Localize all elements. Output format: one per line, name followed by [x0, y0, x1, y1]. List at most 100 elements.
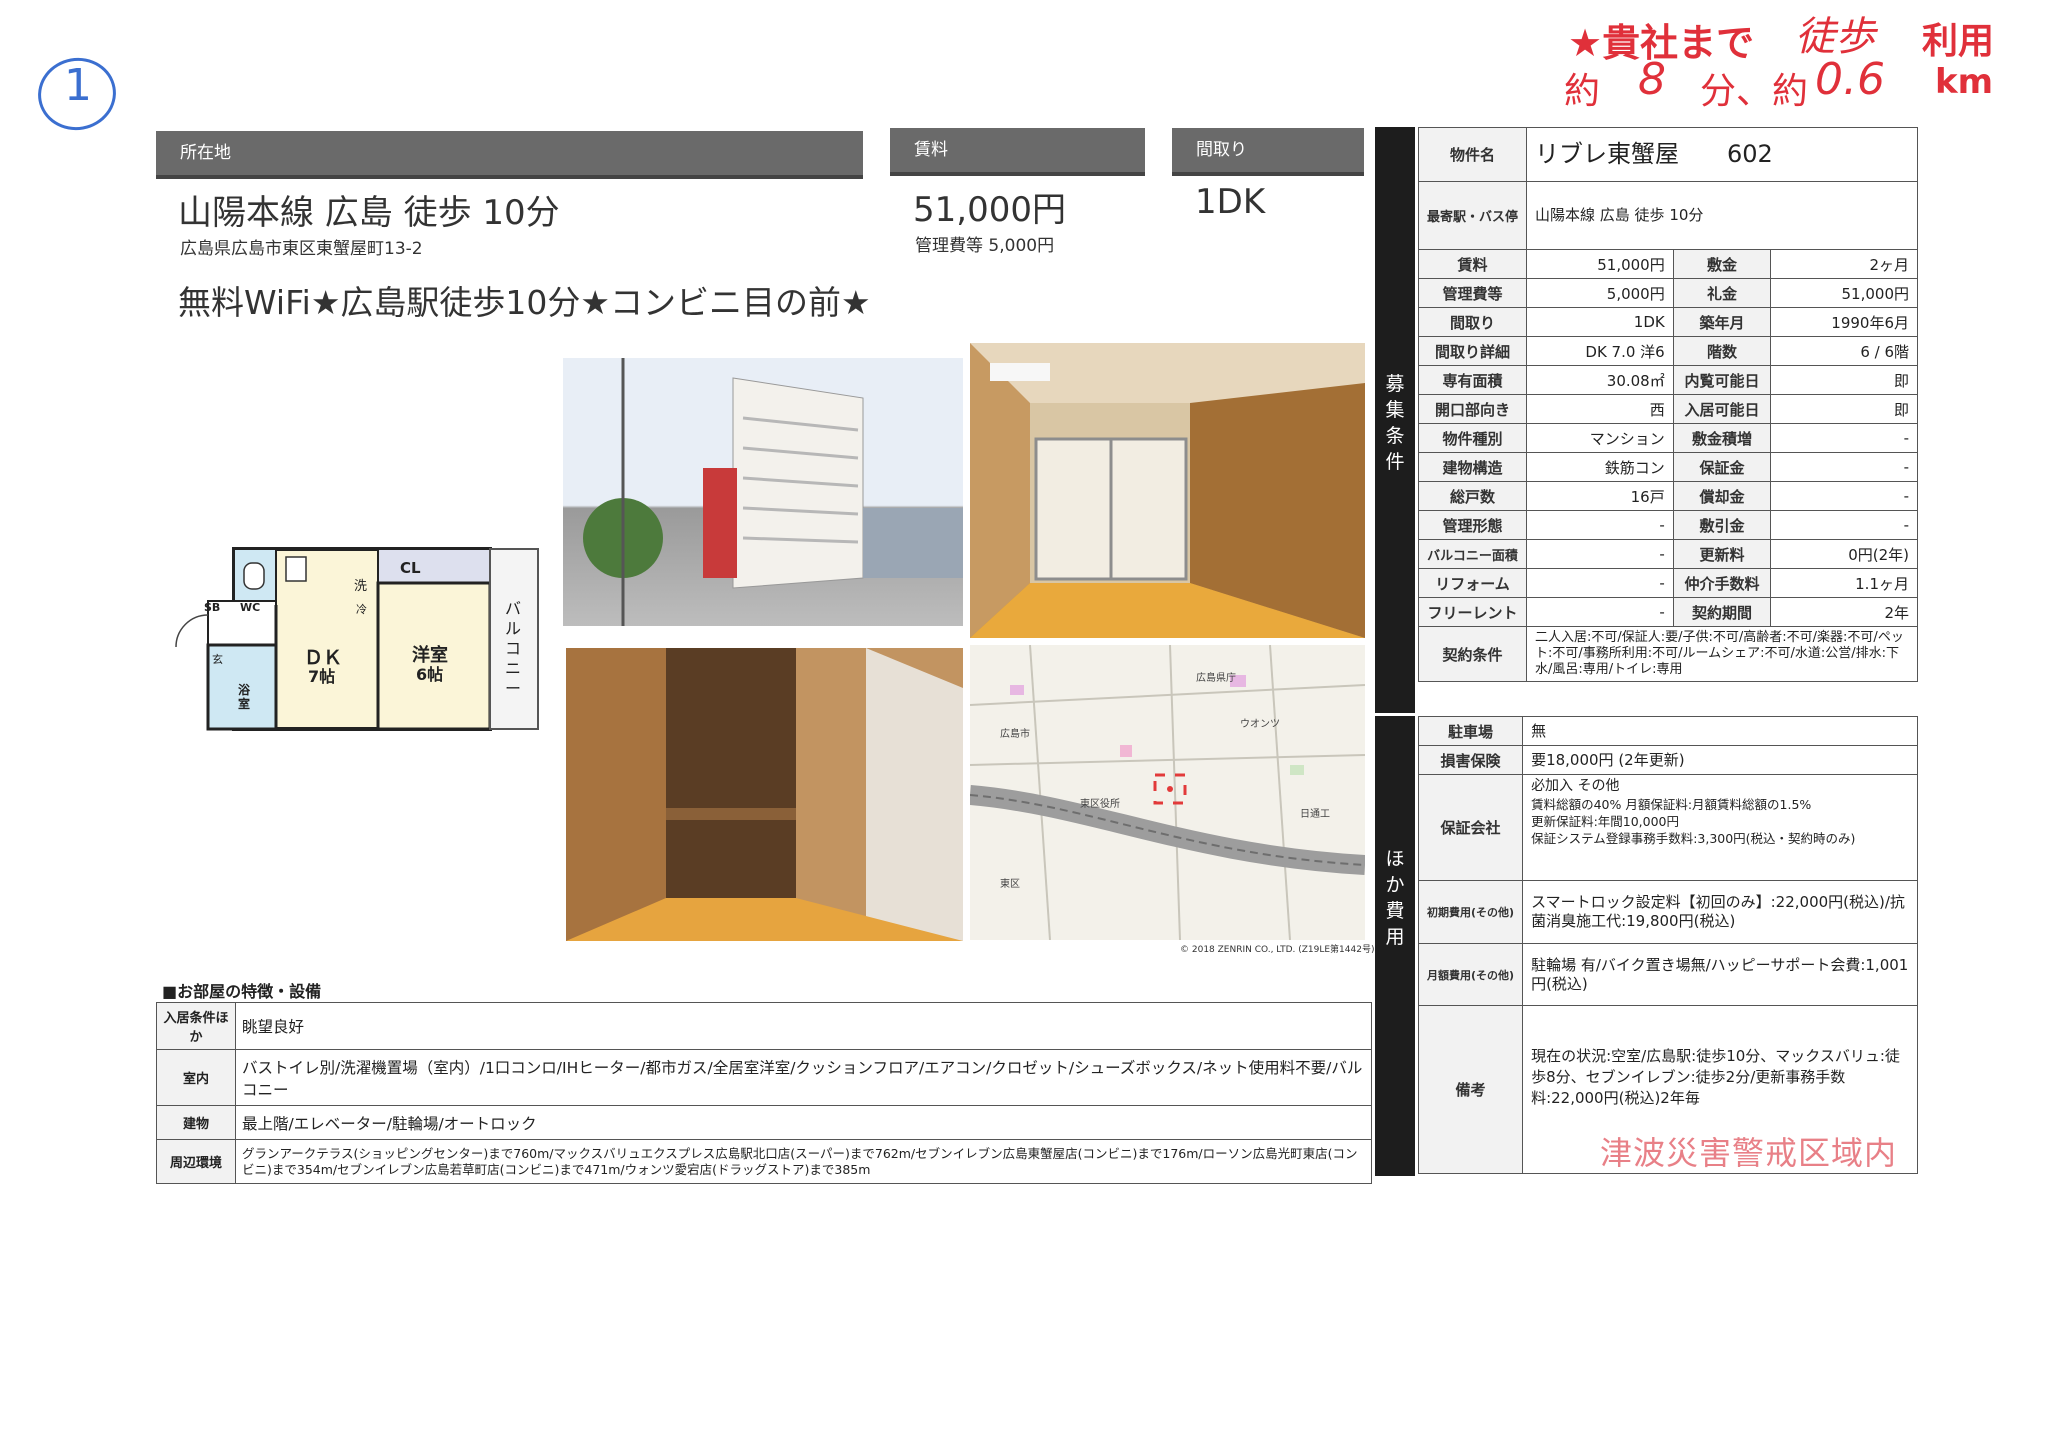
spec-label: 敷金積増 [1672, 423, 1772, 453]
guarantee-line: 賃料総額の40% 月額保証料:月額賃料総額の1.5% [1531, 797, 1812, 812]
spec-value: 30.08㎡ [1526, 365, 1674, 395]
spec-label: 階数 [1672, 336, 1772, 366]
spec-value: 1.1ヶ月 [1770, 568, 1918, 598]
spec-row: 賃料 51,000円 敷金 2ヶ月 [1417, 249, 1918, 279]
map-label-5: 日通工 [1300, 809, 1330, 820]
spec-label: 更新料 [1672, 539, 1772, 569]
feature-label: 建物 [156, 1105, 236, 1140]
spec-value: 1990年6月 [1770, 307, 1918, 337]
wc-label: WC [240, 601, 261, 614]
spec-label: 管理費等 [1417, 278, 1528, 308]
spec-row: 管理形態 - 敷引金 - [1417, 510, 1918, 540]
property-name-label: 物件名 [1417, 127, 1528, 182]
spec-row: 建物構造 鉄筋コン 保証金 - [1417, 452, 1918, 482]
contract-value: 二人入居:不可/保証人:要/子供:不可/高齢者:不可/楽器:不可/ペット:不可/… [1526, 626, 1918, 682]
recruit-conditions-sidebar: 募 集 条 件 [1375, 127, 1415, 713]
map-copyright: © 2018 ZENRIN CO., LTD. (Z19LE第1442号) [1180, 945, 1375, 955]
spec-value: 西 [1526, 394, 1674, 424]
spec-label: 保証金 [1672, 452, 1772, 482]
entrance-label: 玄 [212, 653, 223, 666]
balcony-label: バルコニー [505, 599, 522, 698]
map-label-3: 広島市 [1000, 729, 1030, 740]
map-label-2: 東区役所 [1080, 799, 1120, 810]
spec-value: - [1770, 510, 1918, 540]
spec-label: 礼金 [1672, 278, 1772, 308]
map-label-4: ウオンツ [1240, 719, 1280, 730]
spec-row: 間取り詳細 DK 7.0 洋6 階数 6 / 6階 [1417, 336, 1918, 366]
handwritten-note-use: 利用 [1922, 21, 1995, 62]
handwritten-note-minutes: 8 [1638, 54, 1666, 105]
tsunami-warning-stamp: 津波災害警戒区域内 [1600, 1134, 1898, 1172]
other-costs-sidebar: ほ か 費 用 [1375, 716, 1415, 1176]
spec-row: 間取り 1DK 築年月 1990年6月 [1417, 307, 1918, 337]
handwritten-note-2a: 約 [1564, 71, 1601, 112]
spec-value: - [1770, 481, 1918, 511]
feature-label: 室内 [156, 1049, 236, 1106]
feature-row: 建物 最上階/エレベーター/駐輪場/オートロック [156, 1105, 1372, 1140]
guarantee-row: 保証会社 必加入 その他 賃料総額の40% 月額保証料:月額賃料総額の1.5% … [1417, 774, 1918, 881]
initial-cost-value: スマートロック設定料【初回のみ】:22,000円(税込)/抗菌消臭施工代:19,… [1522, 880, 1918, 944]
closet-label: CL [400, 559, 421, 577]
costs-table: 駐車場 無 損害保険 要18,000円 (2年更新) 保証会社 必加入 その他 … [1417, 716, 1918, 1174]
bath-label: 浴室 [238, 683, 251, 711]
spec-label: 開口部向き [1417, 394, 1528, 424]
feature-value: 眺望良好 [235, 1002, 1372, 1050]
dk-size: 7帖 [308, 667, 336, 686]
spec-label: 間取り [1417, 307, 1528, 337]
side-char: か [1385, 874, 1405, 896]
spec-label: 総戸数 [1417, 481, 1528, 511]
property-name-value: リブレ東蟹屋 602 [1526, 127, 1918, 182]
layout-header: 間取り [1172, 128, 1364, 176]
layout-value: 1DK [1195, 182, 1266, 222]
spec-row: リフォーム - 仲介手数料 1.1ヶ月 [1417, 568, 1918, 598]
property-name-row: 物件名 リブレ東蟹屋 602 [1417, 127, 1918, 182]
monthly-cost-label: 月額費用(その他) [1417, 943, 1524, 1006]
station-access: 山陽本線 広島 徒歩 10分 [178, 193, 560, 233]
spec-value: 1DK [1526, 307, 1674, 337]
side-char: ほ [1385, 848, 1405, 870]
spec-value: 即 [1770, 365, 1918, 395]
building-drawing [583, 358, 963, 626]
spec-label: 償却金 [1672, 481, 1772, 511]
remarks-label: 備考 [1417, 1005, 1524, 1174]
initial-cost-row: 初期費用(その他) スマートロック設定料【初回のみ】:22,000円(税込)/抗… [1417, 880, 1918, 944]
spec-row: 物件種別 マンション 敷金積増 - [1417, 423, 1918, 453]
spec-value: 0円(2年) [1770, 539, 1918, 569]
contract-label: 契約条件 [1417, 626, 1528, 682]
map-label-1: 広島県庁 [1196, 673, 1236, 684]
management-fee: 管理費等 5,000円 [915, 236, 1055, 256]
feature-row: 入居条件ほか 眺望良好 [156, 1002, 1372, 1050]
side-char: 募 [1385, 373, 1405, 395]
parking-label: 駐車場 [1417, 716, 1524, 746]
nearest-station-value: 山陽本線 広島 徒歩 10分 [1526, 181, 1918, 250]
spec-value: - [1770, 423, 1918, 453]
spec-value: DK 7.0 洋6 [1526, 336, 1674, 366]
sb-label: SB [204, 601, 221, 614]
features-title: ■お部屋の特徴・設備 [162, 982, 322, 1001]
spec-row: 管理費等 5,000円 礼金 51,000円 [1417, 278, 1918, 308]
spec-value: - [1770, 452, 1918, 482]
spec-table: 物件名 リブレ東蟹屋 602 最寄駅・バス停 山陽本線 広島 徒歩 10分 賃料… [1417, 127, 1918, 682]
spec-value: マンション [1526, 423, 1674, 453]
catchcopy: 無料WiFi★広島駅徒歩10分★コンビニ目の前★ [178, 283, 871, 322]
feature-label: 入居条件ほか [156, 1002, 236, 1050]
spec-label: フリーレント [1417, 597, 1528, 627]
feature-value: グランアークテラス(ショッピングセンター)まで760m/マックスバリュエクスプレ… [235, 1139, 1372, 1184]
floor-plan-drawing [175, 547, 539, 731]
side-char: 集 [1385, 399, 1405, 421]
nearest-station-row: 最寄駅・バス停 山陽本線 広島 徒歩 10分 [1417, 181, 1918, 250]
spec-label: 入居可能日 [1672, 394, 1772, 424]
feature-value: 最上階/エレベーター/駐輪場/オートロック [235, 1105, 1372, 1140]
spec-label: バルコニー面積 [1417, 539, 1528, 569]
map-label-6: 東区 [1000, 879, 1020, 890]
spec-row: 開口部向き西入居可能日即 [1417, 394, 1918, 424]
initial-cost-label: 初期費用(その他) [1417, 880, 1524, 944]
handwritten-note-km-value: 0.6 [1815, 54, 1885, 105]
rent-header: 賃料 [890, 128, 1145, 176]
contract-row: 契約条件 二人入居:不可/保証人:要/子供:不可/高齢者:不可/楽器:不可/ペッ… [1417, 626, 1918, 682]
side-char: 件 [1385, 451, 1405, 473]
spec-value: 51,000円 [1526, 249, 1674, 279]
spec-value: - [1526, 510, 1674, 540]
spec-row: 専有面積 30.08㎡ 内覧可能日即 [1417, 365, 1918, 395]
spec-value: - [1526, 597, 1674, 627]
